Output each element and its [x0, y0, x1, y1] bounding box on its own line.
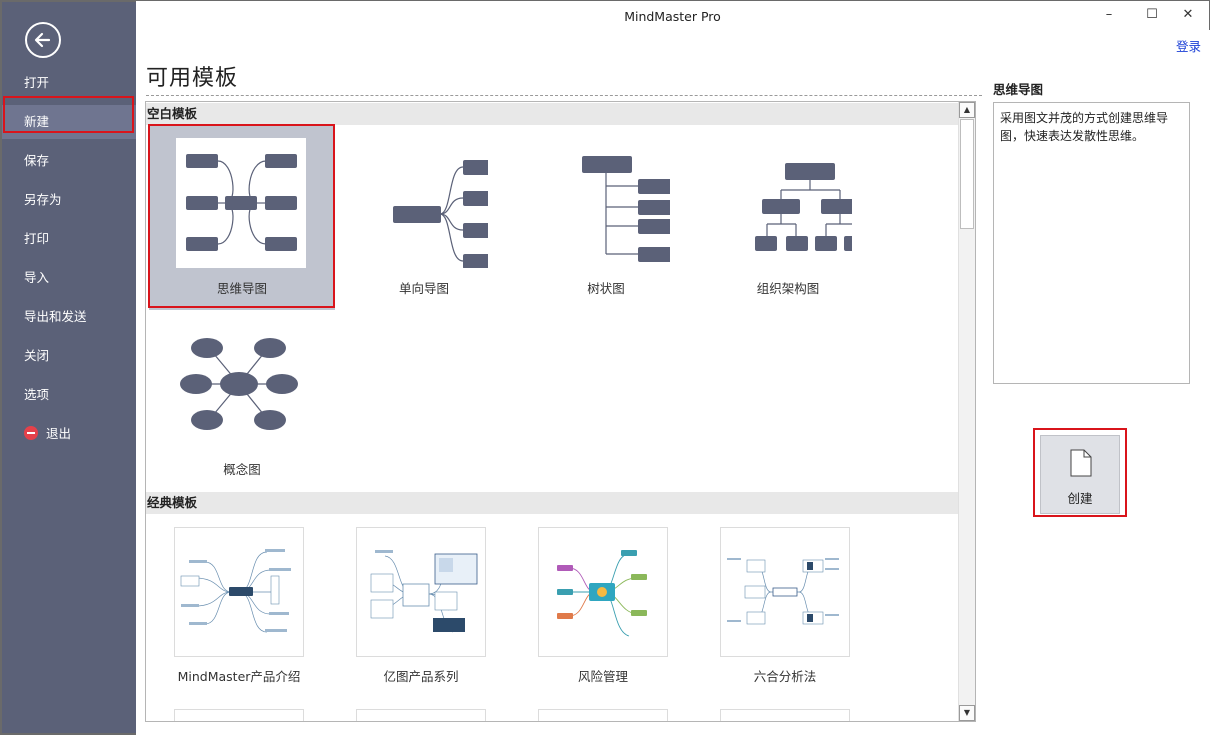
template-thumb-partial[interactable] [720, 709, 850, 721]
menu-exit[interactable]: 退出 [2, 417, 136, 451]
template-org-chart-label: 组织架构图 [756, 281, 820, 296]
menu-options-label: 选项 [24, 387, 50, 402]
template-right-map[interactable]: 单向导图 [331, 126, 517, 310]
title-bar: MindMaster Pro – ☐ ✕ [136, 0, 1210, 30]
menu-open-label: 打开 [24, 75, 50, 90]
menu-open[interactable]: 打开 [2, 66, 136, 100]
template-edraw-products[interactable] [356, 527, 486, 657]
template-tree-chart-label: 树状图 [587, 281, 625, 296]
section-header-classic: 经典模板 [146, 492, 959, 514]
app-title: MindMaster Pro [624, 9, 721, 24]
template-description: 采用图文并茂的方式创建思维导图，快速表达发散性思维。 [1000, 111, 1169, 143]
template-tree-chart[interactable]: 树状图 [513, 126, 699, 310]
menu-export-send-label: 导出和发送 [24, 309, 87, 324]
menu-export-send[interactable]: 导出和发送 [2, 300, 136, 334]
menu-save-as[interactable]: 另存为 [2, 183, 136, 217]
menu-import-label: 导入 [24, 270, 50, 285]
org-chart-icon [722, 138, 866, 268]
menu-options[interactable]: 选项 [2, 378, 136, 412]
template-org-chart[interactable]: 组织架构图 [695, 126, 881, 310]
menu-print-label: 打印 [24, 231, 50, 246]
title-divider [146, 95, 982, 96]
page-title: 可用模板 [146, 66, 239, 91]
back-arrow-icon[interactable] [25, 22, 61, 58]
scroll-down-icon[interactable]: ▼ [959, 705, 975, 721]
menu-exit-label: 退出 [46, 426, 72, 441]
selected-template-highlight [148, 124, 335, 308]
template-5w2h-analysis-label: 六合分析法 [753, 669, 817, 684]
template-5w2h-analysis[interactable] [720, 527, 850, 657]
template-thumb-partial[interactable] [356, 709, 486, 721]
template-mindmaster-intro-label: MindMaster产品介绍 [177, 669, 301, 684]
close-button[interactable]: ✕ [1178, 7, 1198, 22]
concept-map-icon [176, 320, 306, 450]
menu-save-label: 保存 [24, 153, 50, 168]
menu-import[interactable]: 导入 [2, 261, 136, 295]
template-detail-title: 思维导图 [993, 82, 1044, 97]
template-edraw-products-label: 亿图产品系列 [383, 669, 459, 684]
minimize-button[interactable]: – [1099, 7, 1119, 22]
template-right-map-label: 单向导图 [398, 281, 449, 296]
tree-chart-icon [540, 138, 676, 268]
template-description-box: 采用图文并茂的方式创建思维导图，快速表达发散性思维。 [993, 102, 1190, 384]
scroll-thumb[interactable] [960, 119, 974, 229]
template-thumb-partial[interactable] [174, 709, 304, 721]
menu-save-as-label: 另存为 [24, 192, 62, 207]
right-map-icon [358, 138, 501, 269]
create-button-label: 创建 [1067, 491, 1093, 506]
menu-close[interactable]: 关闭 [2, 339, 136, 373]
template-risk-management-label: 风险管理 [577, 669, 628, 684]
menu-save[interactable]: 保存 [2, 144, 136, 178]
template-mindmaster-intro[interactable] [174, 527, 304, 657]
menu-print[interactable]: 打印 [2, 222, 136, 256]
create-button[interactable]: 创建 [1040, 435, 1120, 514]
template-thumb-partial[interactable] [538, 709, 668, 721]
new-highlight-frame [3, 96, 134, 133]
maximize-button[interactable]: ☐ [1142, 7, 1162, 22]
gallery-scrollbar[interactable]: ▲ ▼ [958, 102, 975, 721]
template-concept-map[interactable]: 概念图 [149, 308, 335, 492]
login-link[interactable]: 登录 [1176, 36, 1201, 55]
menu-close-label: 关闭 [24, 348, 50, 363]
section-header-blank: 空白模板 [146, 103, 959, 125]
new-document-icon [1070, 449, 1092, 477]
template-risk-management[interactable] [538, 527, 668, 657]
scroll-up-icon[interactable]: ▲ [959, 102, 975, 118]
template-concept-map-label: 概念图 [223, 462, 261, 477]
exit-icon [24, 426, 38, 440]
